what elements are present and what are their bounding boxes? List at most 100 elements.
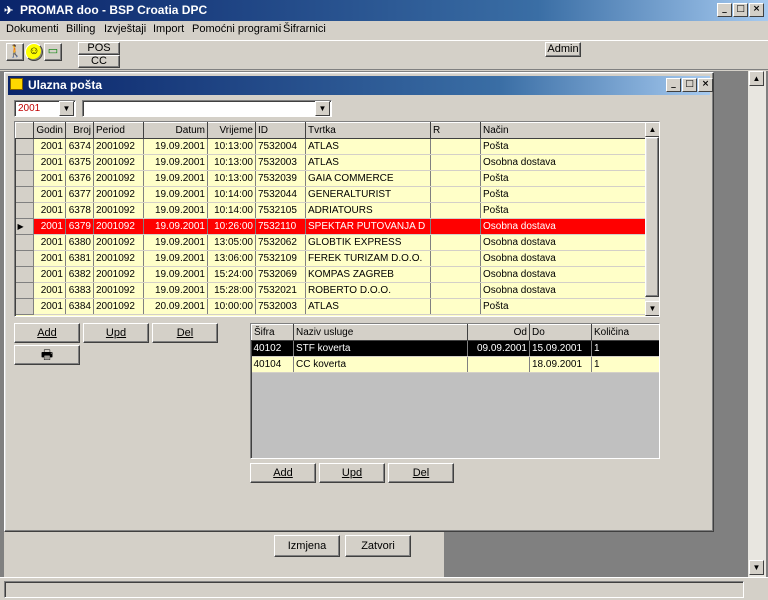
grid-scrollbar[interactable]: ▲ ▼ bbox=[645, 122, 659, 316]
row-indicator[interactable] bbox=[15, 266, 34, 283]
window-minimize-button[interactable]: _ bbox=[666, 78, 681, 92]
cell-r bbox=[430, 298, 481, 315]
row-indicator[interactable] bbox=[15, 250, 34, 267]
app-scrollbar[interactable]: ▲ ▼ bbox=[748, 71, 766, 577]
window-title-bar[interactable]: Ulazna pošta _ □ × bbox=[8, 76, 713, 95]
row-indicator[interactable] bbox=[15, 170, 34, 187]
table-row[interactable]: 2001 6374 2001092 19.09.2001 10:13:00 7532004… bbox=[15, 138, 646, 155]
header-id[interactable]: ID bbox=[255, 122, 306, 139]
cell-godin: 2001 bbox=[33, 234, 66, 251]
table-row[interactable]: 40102 STF koverta 09.09.2001 15.09.2001 … bbox=[251, 340, 659, 357]
scroll-down-icon[interactable]: ▼ bbox=[645, 301, 659, 316]
chevron-down-icon[interactable]: ▼ bbox=[59, 101, 74, 116]
header-naziv-usluge[interactable]: Naziv usluge bbox=[293, 324, 468, 341]
upd-button[interactable]: Upd bbox=[83, 323, 149, 343]
chart-icon[interactable]: ▭ bbox=[44, 43, 62, 61]
cell-tvrtka: GLOBTIK EXPRESS bbox=[305, 234, 431, 251]
cell-id: 7532105 bbox=[255, 202, 306, 219]
pos-button[interactable]: POS bbox=[78, 42, 120, 55]
cell-godin: 2001 bbox=[33, 266, 66, 283]
header-nacin[interactable]: Način bbox=[480, 122, 646, 139]
cell-datum: 19.09.2001 bbox=[143, 170, 208, 187]
print-button[interactable]: 🖶 bbox=[14, 345, 80, 365]
header-godin[interactable]: Godin bbox=[33, 122, 66, 139]
row-indicator[interactable] bbox=[15, 234, 34, 251]
table-row[interactable]: 2001 6380 2001092 19.09.2001 13:05:00 7532062… bbox=[15, 234, 646, 251]
table-row[interactable]: 2001 6383 2001092 19.09.2001 15:28:00 7532021… bbox=[15, 282, 646, 299]
cell-id: 7532109 bbox=[255, 250, 306, 267]
services-grid[interactable]: Šifra Naziv usluge Od Do Količina 40102 … bbox=[250, 323, 660, 459]
cell-period: 2001092 bbox=[93, 234, 144, 251]
window-title: Ulazna pošta bbox=[28, 78, 103, 92]
chevron-down-icon[interactable]: ▼ bbox=[315, 101, 330, 116]
cell-period: 2001092 bbox=[93, 202, 144, 219]
admin-button[interactable]: Admin bbox=[545, 42, 581, 57]
header-od[interactable]: Od bbox=[467, 324, 530, 341]
menu-dokumenti[interactable]: Dokumenti bbox=[6, 23, 59, 35]
table-row[interactable]: 2001 6376 2001092 19.09.2001 10:13:00 7532039… bbox=[15, 170, 646, 187]
cell-id: 7532004 bbox=[255, 138, 306, 155]
header-do[interactable]: Do bbox=[529, 324, 592, 341]
row-indicator[interactable] bbox=[15, 154, 34, 171]
cc-button[interactable]: CC bbox=[78, 55, 120, 68]
minimize-button[interactable]: _ bbox=[717, 3, 732, 17]
header-period[interactable]: Period bbox=[93, 122, 144, 139]
add-button[interactable]: Add bbox=[14, 323, 80, 343]
del-button-label: Del bbox=[176, 327, 194, 339]
menu-pomocni-programi[interactable]: Pomoćni programi bbox=[192, 23, 281, 35]
maximize-button[interactable]: □ bbox=[733, 3, 748, 17]
menu-sifrarnici[interactable]: Šifrarnici bbox=[283, 23, 326, 35]
exit-icon[interactable]: 🚶 bbox=[6, 43, 24, 61]
header-datum[interactable]: Datum bbox=[143, 122, 208, 139]
table-row[interactable]: 2001 6382 2001092 19.09.2001 15:24:00 7532069… bbox=[15, 266, 646, 283]
menu-import[interactable]: Import bbox=[153, 23, 184, 35]
cell-broj: 6374 bbox=[65, 138, 94, 155]
del-button[interactable]: Del bbox=[152, 323, 218, 343]
window-close-button[interactable]: × bbox=[698, 78, 713, 92]
row-indicator[interactable]: ▶ bbox=[15, 218, 34, 235]
window-maximize-button[interactable]: □ bbox=[682, 78, 697, 92]
services-add-button[interactable]: Add bbox=[250, 463, 316, 483]
services-upd-button[interactable]: Upd bbox=[319, 463, 385, 483]
table-row[interactable]: 2001 6384 2001092 20.09.2001 10:00:00 7532003… bbox=[15, 298, 646, 315]
header-broj[interactable]: Broj bbox=[65, 122, 94, 139]
header-sifra[interactable]: Šifra bbox=[251, 324, 294, 341]
smiley-icon[interactable]: ☺ bbox=[25, 43, 43, 61]
scroll-up-icon[interactable]: ▲ bbox=[645, 122, 659, 137]
table-row[interactable]: ▶ 2001 6379 2001092 19.09.2001 10:26:00 753211… bbox=[15, 218, 646, 235]
menu-billing[interactable]: Billing bbox=[66, 23, 95, 35]
row-indicator[interactable] bbox=[15, 138, 34, 155]
zatvori-button[interactable]: Zatvori bbox=[345, 535, 411, 557]
app-scroll-up-icon[interactable]: ▲ bbox=[749, 71, 764, 86]
cell-kolicina: 1 bbox=[591, 356, 659, 373]
table-row[interactable]: 2001 6375 2001092 19.09.2001 10:13:00 7532003… bbox=[15, 154, 646, 171]
menu-izvjestaji[interactable]: Izvještaji bbox=[104, 23, 146, 35]
row-indicator[interactable] bbox=[15, 186, 34, 203]
header-kolicina[interactable]: Količina bbox=[591, 324, 659, 341]
table-row[interactable]: 2001 6377 2001092 19.09.2001 10:14:00 7532044… bbox=[15, 186, 646, 203]
scroll-thumb[interactable] bbox=[645, 137, 659, 297]
main-grid[interactable]: Godin Broj Period Datum Vrijeme ID Tvrtk… bbox=[14, 121, 660, 317]
cell-id: 7532003 bbox=[255, 298, 306, 315]
cell-vrijeme: 13:06:00 bbox=[207, 250, 256, 267]
close-button[interactable]: × bbox=[749, 3, 764, 17]
row-indicator[interactable] bbox=[15, 298, 34, 315]
table-row[interactable]: 40104 CC koverta 18.09.2001 1 bbox=[251, 356, 659, 373]
table-row[interactable]: 2001 6378 2001092 19.09.2001 10:14:00 7532105… bbox=[15, 202, 646, 219]
app-title-bar[interactable]: ✈ PROMAR doo - BSP Croatia DPC _ □ × bbox=[0, 0, 768, 21]
status-bar bbox=[0, 577, 768, 600]
izmjena-button[interactable]: Izmjena bbox=[274, 535, 340, 557]
header-r[interactable]: R bbox=[430, 122, 481, 139]
folder-icon bbox=[10, 78, 23, 90]
cell-tvrtka: FEREK TURIZAM D.O.O. bbox=[305, 250, 431, 267]
cell-period: 2001092 bbox=[93, 154, 144, 171]
header-tvrtka[interactable]: Tvrtka bbox=[305, 122, 431, 139]
row-indicator[interactable] bbox=[15, 202, 34, 219]
services-del-button[interactable]: Del bbox=[388, 463, 454, 483]
year-select[interactable]: 2001 ▼ bbox=[14, 100, 76, 117]
app-scroll-down-icon[interactable]: ▼ bbox=[749, 560, 764, 575]
table-row[interactable]: 2001 6381 2001092 19.09.2001 13:06:00 7532109… bbox=[15, 250, 646, 267]
row-indicator[interactable] bbox=[15, 282, 34, 299]
filter-select[interactable]: ▼ bbox=[82, 100, 332, 117]
header-vrijeme[interactable]: Vrijeme bbox=[207, 122, 256, 139]
